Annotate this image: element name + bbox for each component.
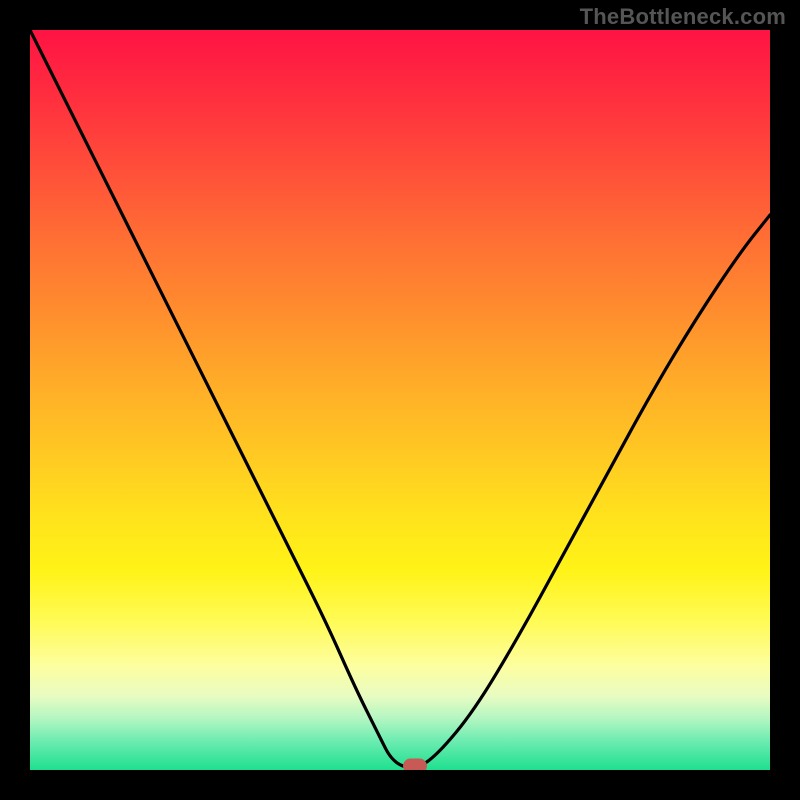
bottleneck-curve <box>30 30 770 770</box>
chart-frame: TheBottleneck.com <box>0 0 800 800</box>
bottleneck-marker <box>403 759 427 770</box>
watermark-text: TheBottleneck.com <box>580 4 786 30</box>
plot-area <box>30 30 770 770</box>
